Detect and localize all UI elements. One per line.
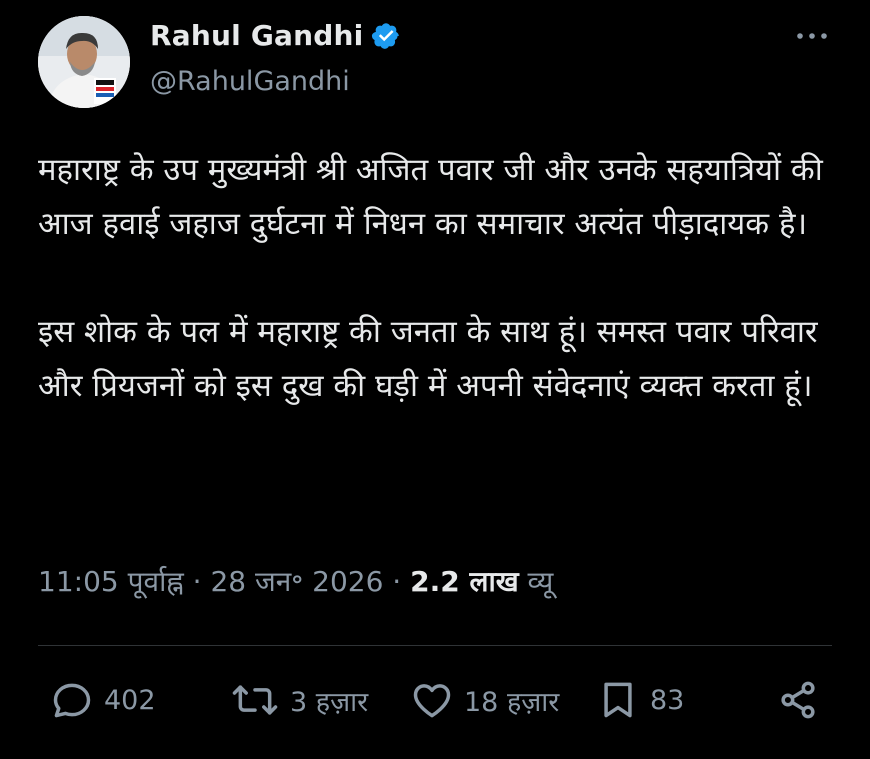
divider bbox=[38, 645, 832, 646]
action-bar: 402 3 हज़ार 18 हज़ार 83 bbox=[50, 678, 820, 728]
bookmark-icon bbox=[604, 682, 632, 718]
repost-icon bbox=[232, 685, 278, 715]
meta-separator: · bbox=[192, 565, 202, 598]
author-handle[interactable]: @RahulGandhi bbox=[150, 66, 350, 97]
more-icon[interactable] bbox=[792, 24, 832, 48]
repost-button[interactable]: 3 हज़ार bbox=[230, 678, 368, 722]
avatar[interactable] bbox=[38, 16, 130, 108]
bookmark-button[interactable]: 83 bbox=[596, 678, 684, 722]
like-button[interactable]: 18 हज़ार bbox=[410, 678, 559, 722]
share-button[interactable] bbox=[776, 678, 820, 722]
tweet-time[interactable]: 11:05 पूर्वाह्न bbox=[38, 565, 184, 598]
tweet-text: महाराष्ट्र के उप मुख्यमंत्री श्री अजित प… bbox=[38, 143, 838, 413]
author-name[interactable]: Rahul Gandhi bbox=[150, 19, 363, 52]
reply-icon bbox=[53, 683, 91, 718]
bookmark-count: 83 bbox=[650, 684, 685, 716]
views-count[interactable]: 2.2 लाख bbox=[410, 565, 519, 598]
avatar-photo bbox=[38, 16, 130, 108]
author-name-row: Rahul Gandhi bbox=[150, 19, 401, 52]
meta-separator: · bbox=[392, 565, 402, 598]
verified-badge-icon[interactable] bbox=[371, 21, 401, 51]
reply-count: 402 bbox=[104, 684, 156, 716]
tweet-meta: 11:05 पूर्वाह्न · 28 जन॰ 2026 · 2.2 लाख … bbox=[38, 562, 553, 600]
views-label: व्यू bbox=[527, 565, 554, 598]
like-icon bbox=[413, 684, 451, 718]
reply-button[interactable]: 402 bbox=[50, 678, 156, 722]
tweet-paragraph: महाराष्ट्र के उप मुख्यमंत्री श्री अजित प… bbox=[38, 152, 823, 242]
like-count: 18 हज़ार bbox=[464, 686, 560, 718]
share-icon bbox=[781, 681, 815, 719]
repost-count: 3 हज़ार bbox=[290, 686, 369, 718]
tweet-paragraph: इस शोक के पल में महाराष्ट्र की जनता के स… bbox=[38, 314, 818, 404]
tweet-date[interactable]: 28 जन॰ 2026 bbox=[210, 565, 383, 598]
